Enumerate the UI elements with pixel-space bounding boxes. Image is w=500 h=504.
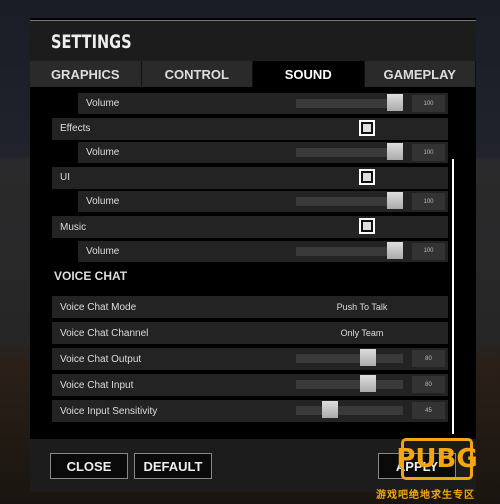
settings-panel: SETTINGS GRAPHICS CONTROL SOUND GAMEPLAY…	[30, 18, 476, 492]
slider-value[interactable]: 100	[412, 242, 445, 260]
slider-value[interactable]: 100	[412, 144, 445, 162]
slider-row: Volume 100	[78, 240, 448, 262]
checkbox[interactable]	[359, 218, 375, 234]
volume-slider[interactable]	[296, 241, 403, 259]
setting-label: Volume	[86, 196, 120, 208]
slider-row: Volume 100	[78, 93, 448, 114]
default-button[interactable]: DEFAULT	[134, 453, 212, 479]
voice-chat-heading: VOICE CHAT	[54, 269, 128, 283]
page-title: SETTINGS	[51, 31, 132, 53]
volume-slider[interactable]	[296, 349, 403, 366]
slider-handle[interactable]	[387, 94, 403, 111]
title-bar: SETTINGS	[30, 20, 476, 62]
slider-handle[interactable]	[387, 143, 403, 161]
watermark-text: 游戏吧绝地求生专区	[376, 490, 475, 501]
setting-label: Voice Chat Channel	[60, 327, 149, 339]
volume-slider[interactable]	[296, 401, 403, 418]
option-selector[interactable]: Push To Talk	[302, 302, 422, 312]
slider-row: Voice Chat Input 80	[52, 374, 448, 396]
setting-label: Voice Chat Input	[60, 379, 134, 391]
checkbox[interactable]	[359, 168, 375, 185]
setting-label: Music	[60, 221, 87, 233]
tab-sound[interactable]: SOUND	[253, 61, 365, 87]
tab-graphics[interactable]: GRAPHICS	[30, 61, 142, 87]
slider-handle[interactable]	[359, 349, 376, 366]
slider-value[interactable]: 80	[412, 376, 445, 393]
checkbox[interactable]	[359, 119, 375, 136]
option-selector[interactable]: Only Team	[302, 328, 422, 338]
check-row: Music	[52, 216, 448, 238]
volume-slider[interactable]	[296, 143, 403, 161]
setting-label: Volume	[86, 147, 120, 159]
slider-handle[interactable]	[387, 241, 403, 259]
slider-value[interactable]: 45	[412, 402, 445, 419]
setting-label: Voice Input Sensitivity	[60, 405, 158, 417]
check-row: Effects	[52, 117, 448, 140]
setting-label: Voice Chat Mode	[60, 301, 137, 313]
slider-handle[interactable]	[359, 375, 376, 392]
slider-value[interactable]: 100	[412, 193, 445, 211]
slider-row: Volume 100	[78, 191, 448, 213]
close-button[interactable]: CLOSE	[50, 453, 128, 479]
setting-label: Effects	[60, 123, 91, 135]
pubg-logo-watermark: PUBG	[396, 438, 478, 480]
volume-slider[interactable]	[296, 375, 403, 392]
tab-control[interactable]: CONTROL	[141, 61, 253, 87]
slider-row: Volume 100	[78, 142, 448, 164]
slider-handle[interactable]	[387, 192, 403, 210]
slider-value[interactable]: 100	[412, 95, 445, 112]
setting-label: UI	[60, 172, 70, 184]
setting-label: Volume	[86, 245, 120, 257]
setting-label: Voice Chat Output	[60, 353, 142, 365]
slider-row: Voice Input Sensitivity 45	[52, 400, 448, 422]
volume-slider[interactable]	[296, 94, 403, 111]
select-row: Voice Chat Mode Push To Talk	[52, 296, 448, 318]
slider-row: Voice Chat Output 80	[52, 348, 448, 370]
volume-slider[interactable]	[296, 192, 403, 210]
slider-value[interactable]: 80	[412, 350, 445, 367]
setting-label: Volume	[86, 98, 120, 109]
slider-handle[interactable]	[322, 401, 339, 418]
tab-gameplay[interactable]: GAMEPLAY	[364, 61, 476, 87]
check-row: UI	[52, 166, 448, 189]
tab-bar: GRAPHICS CONTROL SOUND GAMEPLAY	[30, 61, 476, 87]
select-row: Voice Chat Channel Only Team	[52, 322, 448, 344]
scrollbar[interactable]	[452, 159, 454, 434]
sound-settings-list: VOICE CHAT Volume 100 Effects Volume 100 UI Vo…	[30, 87, 476, 439]
